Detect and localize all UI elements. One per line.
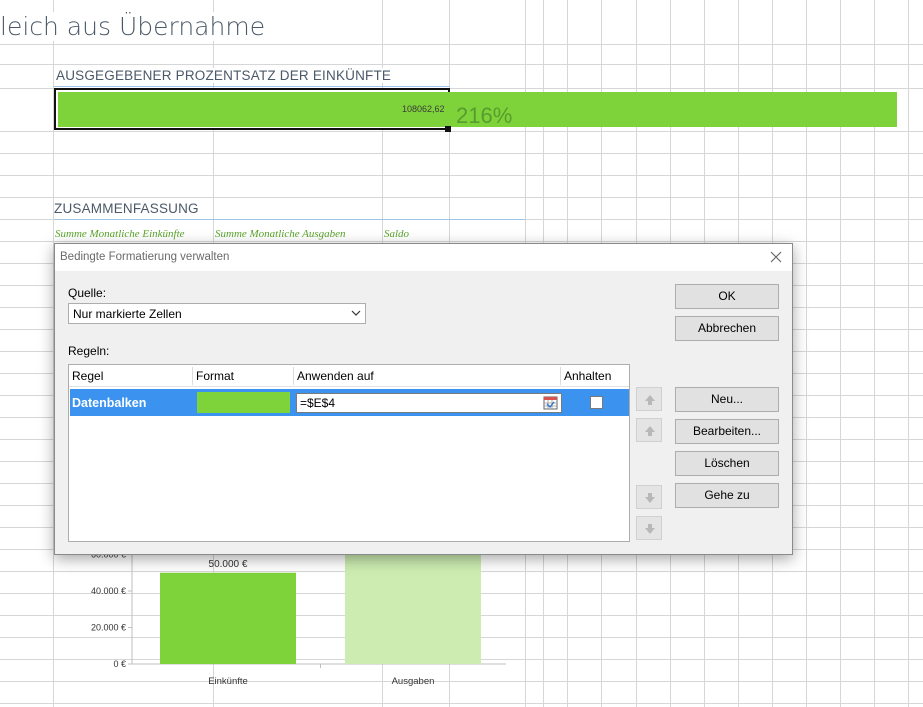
percent-section-label: AUSGEGEBENER PROZENTSATZ DER EINKÜNFTE — [56, 68, 392, 83]
source-select[interactable]: Nur markierte Zellen — [68, 303, 366, 324]
arrow-up-icon — [645, 395, 655, 405]
summary-section-label: ZUSAMMENFASSUNG — [54, 201, 199, 216]
x-tick-label: Einkünfte — [208, 676, 248, 687]
goto-button[interactable]: Gehe zu — [675, 483, 779, 508]
cancel-button[interactable]: Abbrechen — [675, 316, 779, 341]
arrow-down-icon — [645, 493, 655, 503]
stop-checkbox[interactable] — [590, 396, 603, 409]
bar-ausgaben — [345, 540, 481, 664]
move-bottom-button[interactable] — [636, 516, 662, 540]
apply-to-input[interactable]: =$E$4 — [296, 393, 562, 413]
percent-value: 216% — [456, 103, 513, 128]
dialog-title: Bedingte Formatierung verwalten — [60, 251, 230, 263]
range-select-icon[interactable] — [542, 395, 559, 411]
delete-button[interactable]: Löschen — [675, 451, 779, 476]
rules-table: Regel Format Anwenden auf Anhalten Daten… — [68, 364, 630, 542]
summary-underline — [54, 219, 525, 220]
table-row[interactable]: Datenbalken =$E$4 — [70, 389, 629, 416]
rules-label: Regeln: — [68, 344, 110, 358]
fill-handle[interactable] — [445, 126, 451, 132]
dialog-titlebar: Bedingte Formatierung verwalten — [55, 244, 792, 271]
y-tick-label: 0 € — [113, 659, 126, 669]
summary-header-income: Summe Monatliche Einkünfte — [55, 228, 185, 240]
apply-to-value: =$E$4 — [300, 396, 336, 410]
edit-button[interactable]: Bearbeiten... — [675, 419, 779, 444]
manage-conditional-formatting-dialog: Bedingte Formatierung verwalten Quelle: … — [54, 243, 793, 555]
summary-bar-chart[interactable]: 0 €20.000 €40.000 €60.000 €Einkünfte50.0… — [70, 540, 520, 700]
new-button[interactable]: Neu... — [675, 387, 779, 412]
column-format[interactable]: Format — [196, 369, 234, 383]
summary-header-expenses: Summe Monatliche Ausgaben — [215, 228, 346, 240]
move-top-button[interactable] — [636, 418, 662, 442]
column-rule[interactable]: Regel — [72, 369, 103, 383]
arrow-up-icon — [645, 426, 655, 436]
close-icon[interactable] — [768, 249, 784, 265]
cell-value: 108062,62 — [402, 104, 445, 114]
x-tick-label: Ausgaben — [392, 676, 435, 687]
arrow-down-icon — [645, 524, 655, 534]
data-label: 50.000 € — [209, 559, 248, 570]
format-preview — [197, 392, 290, 413]
source-label: Quelle: — [68, 286, 107, 300]
column-stop[interactable]: Anhalten — [564, 369, 611, 383]
rules-table-header: Regel Format Anwenden auf Anhalten — [69, 365, 629, 387]
y-tick-label: 40.000 € — [91, 586, 126, 596]
summary-header-balance: Saldo — [384, 228, 410, 240]
y-tick-label: 20.000 € — [91, 623, 126, 633]
column-apply-to[interactable]: Anwenden auf — [297, 369, 374, 383]
bar-einkuenfte — [160, 572, 296, 664]
rule-type: Datenbalken — [72, 396, 147, 410]
sheet-title: leich aus Übernahme — [0, 12, 272, 41]
source-select-value: Nur markierte Zellen — [73, 307, 182, 321]
move-down-button[interactable] — [636, 485, 662, 509]
move-up-button[interactable] — [636, 387, 662, 411]
ok-button[interactable]: OK — [675, 284, 779, 309]
percent-section-underline — [54, 86, 450, 87]
chevron-down-icon — [351, 310, 361, 316]
